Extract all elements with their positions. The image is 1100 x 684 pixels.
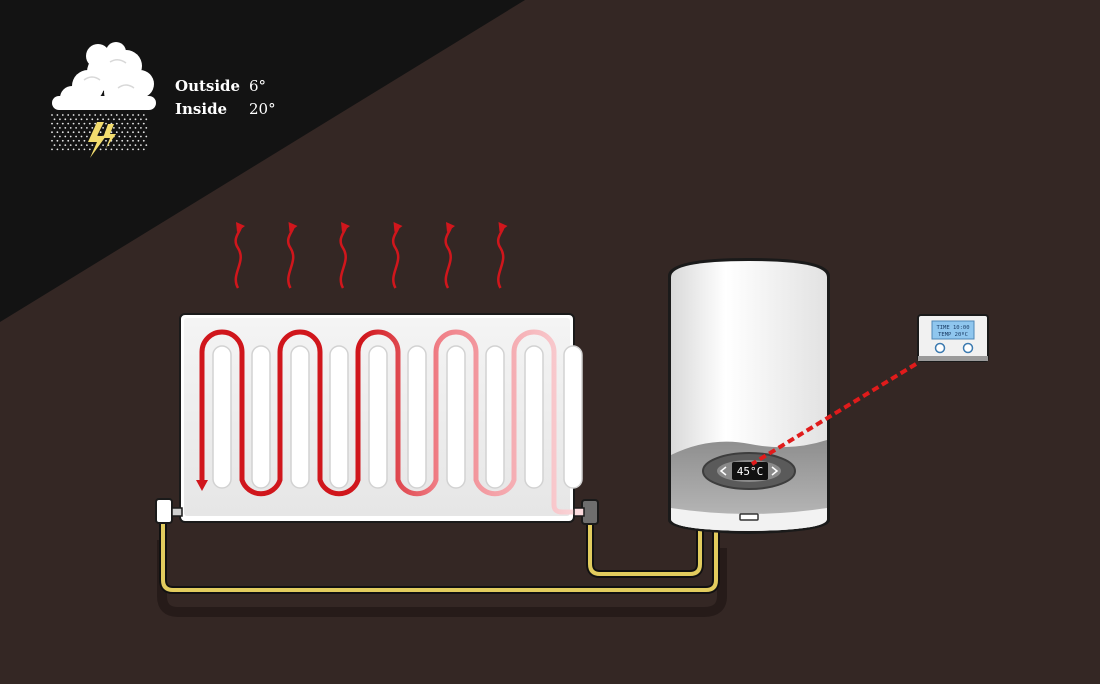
heat-wave [234,222,245,289]
heat-wave [339,222,350,289]
flow-pipes [159,518,720,594]
radiator-icon [155,313,599,525]
radiator-valve-left [155,498,183,524]
heat-wave [496,222,508,289]
thermostat-button-left [934,342,946,354]
inside-label: Inside [175,100,227,118]
radiator-valve-right [573,499,599,525]
thermostat-button-right [962,342,974,354]
boiler-temperature: 45°C [737,465,764,478]
heat-wave [391,222,403,289]
inside-temperature: 20° [249,100,276,118]
boiler-indicator [739,513,759,521]
thermostat-time: TIME 10:00 [936,325,969,331]
thermostat-temp: TEMP 20ºC [938,331,968,338]
outside-label: Outside [175,77,240,95]
heating-diagram: Outside 6° Inside 20° 45°C TIME 10:00 TE… [0,0,989,617]
rising-heat-waves [234,222,508,289]
boiler-icon: 45°C [668,258,830,534]
heat-wave [444,222,455,289]
heat-wave [286,222,298,289]
outside-temperature: 6° [249,77,266,95]
thermostat-icon: TIME 10:00 TEMP 20ºC [917,314,989,362]
